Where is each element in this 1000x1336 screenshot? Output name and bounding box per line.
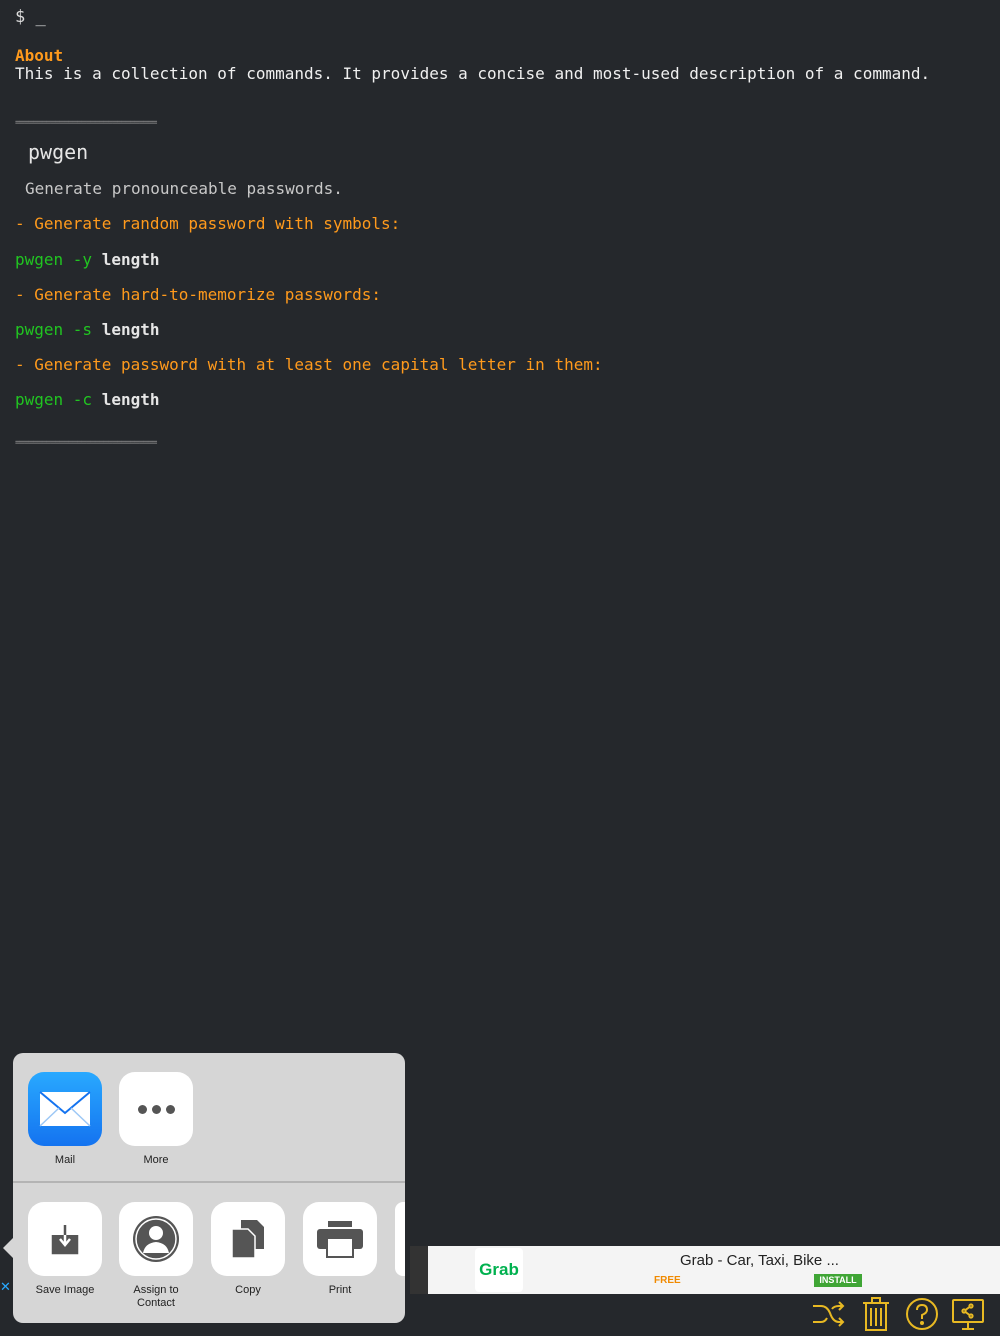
share-more-label: More [143, 1154, 169, 1166]
command-arg: length [101, 390, 160, 409]
share-sheet-row-actions: Save Image Assign to Contact Copy Print [13, 1183, 405, 1311]
print-label: Print [328, 1284, 352, 1296]
separator-bottom: ================================ [15, 438, 157, 448]
command-arg: length [101, 250, 160, 269]
example-command-3: pwgen -c length [15, 390, 160, 409]
print-icon [303, 1202, 377, 1276]
command-text: pwgen -c [15, 390, 93, 409]
assign-to-contact-button[interactable]: Assign to Contact [115, 1202, 197, 1310]
copy-icon [211, 1202, 285, 1276]
assign-to-contact-label: Assign to Contact [133, 1284, 179, 1309]
command-text: pwgen -s [15, 320, 93, 339]
copy-button[interactable]: Copy [207, 1202, 289, 1297]
ad-price: FREE [654, 1275, 681, 1286]
ad-install-button[interactable]: INSTALL [814, 1274, 862, 1287]
share-more-actions-peek[interactable] [395, 1202, 405, 1276]
ad-title: Grab - Car, Taxi, Bike ... [680, 1252, 839, 1269]
trash-icon[interactable] [858, 1296, 894, 1332]
save-image-icon [28, 1202, 102, 1276]
share-more-button[interactable]: More [115, 1072, 197, 1167]
ad-close-icon[interactable]: ✕ [0, 1280, 12, 1294]
about-text: This is a collection of commands. It pro… [15, 64, 931, 83]
example-desc-1: - Generate random password with symbols: [15, 214, 401, 233]
share-sheet-arrow [3, 1238, 13, 1258]
share-sheet-row-apps: Mail More [13, 1053, 405, 1181]
page-description: Generate pronounceable passwords. [25, 179, 343, 198]
share-mail-button[interactable]: Mail [24, 1072, 106, 1167]
save-image-label: Save Image [35, 1284, 95, 1296]
example-desc-2: - Generate hard-to-memorize passwords: [15, 285, 382, 304]
terminal: $ _ [15, 6, 985, 28]
copy-label: Copy [235, 1284, 261, 1296]
command-arg: length [101, 320, 160, 339]
ad-banner[interactable]: Grab Grab - Car, Taxi, Bike ... FREE INS… [428, 1246, 1000, 1294]
command-text: pwgen -y [15, 250, 93, 269]
about-heading: About [15, 46, 64, 65]
ad-logo: Grab [475, 1248, 523, 1292]
mail-icon [28, 1072, 102, 1146]
share-mail-label: Mail [54, 1154, 76, 1166]
contact-icon [119, 1202, 193, 1276]
ad-image-strip [410, 1246, 428, 1294]
example-command-2: pwgen -s length [15, 320, 160, 339]
bottom-toolbar [808, 1296, 1000, 1334]
share-sheet: Mail More Save Image Assign to Contact C… [13, 1053, 405, 1323]
help-icon[interactable] [904, 1296, 940, 1332]
example-command-1: pwgen -y length [15, 250, 160, 269]
separator-top: ================================ [15, 118, 157, 128]
example-desc-3: - Generate password with at least one ca… [15, 355, 603, 374]
print-button[interactable]: Print [299, 1202, 381, 1297]
shuffle-icon[interactable] [810, 1296, 846, 1332]
more-icon [119, 1072, 193, 1146]
terminal-prompt: $ _ [15, 7, 46, 27]
page-title: pwgen [28, 140, 89, 164]
share-icon[interactable] [950, 1296, 986, 1332]
save-image-button[interactable]: Save Image [24, 1202, 106, 1297]
